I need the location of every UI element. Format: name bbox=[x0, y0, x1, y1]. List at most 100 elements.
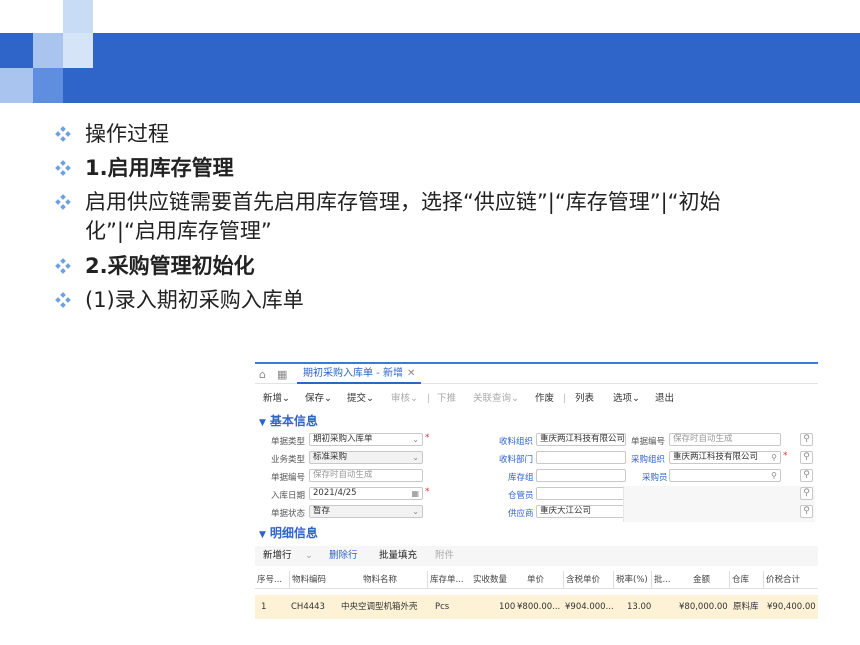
column-header[interactable]: 价税合计 bbox=[763, 571, 800, 589]
table-header: 序号... 物料编码 物料名称 库存单... 实收数量 单价 含税单价 税率(%… bbox=[255, 571, 818, 589]
bullet-item: (1)录入期初采购入库单 bbox=[55, 286, 825, 314]
toolbar-separator: | bbox=[427, 393, 431, 404]
required-mark: * bbox=[783, 451, 788, 461]
void-button[interactable]: 作废 bbox=[535, 390, 554, 408]
recv-dept-label: 收料部门 bbox=[499, 455, 534, 465]
attachment-button[interactable]: 附件 bbox=[435, 546, 454, 566]
column-header[interactable]: 单价 bbox=[527, 571, 544, 589]
calendar-icon: ▦ bbox=[411, 489, 419, 498]
push-button[interactable]: 下推 bbox=[437, 390, 456, 408]
doc-no-label: 单据编号 bbox=[271, 473, 306, 483]
search-icon[interactable]: ⚲ bbox=[800, 505, 813, 518]
keeper-input[interactable] bbox=[536, 487, 626, 500]
table-cell: ¥800.00... bbox=[517, 602, 561, 612]
home-icon[interactable]: ⌂ bbox=[259, 368, 266, 381]
apps-grid-icon[interactable]: ▦ bbox=[277, 368, 287, 381]
column-header[interactable]: 物料编码 bbox=[289, 571, 326, 589]
column-header[interactable]: 实收数量 bbox=[473, 571, 507, 589]
table-cell: ¥90,400.00 bbox=[767, 602, 816, 612]
related-query-button[interactable]: 关联查询⌄ bbox=[473, 390, 519, 408]
column-header[interactable]: 金额 bbox=[693, 571, 710, 589]
toolbar-separator: | bbox=[563, 393, 567, 404]
section-basic-info[interactable]: ▼ 基本信息 bbox=[259, 412, 318, 429]
exit-button[interactable]: 退出 bbox=[655, 390, 674, 408]
table-cell: CH4443 bbox=[291, 602, 325, 612]
table-row[interactable]: 1 CH4443 中央空调型机箱外壳 Pcs 100 ¥800.00... ¥9… bbox=[255, 595, 818, 619]
column-header[interactable]: 含税单价 bbox=[563, 571, 600, 589]
diamond-bullet-icon bbox=[55, 258, 71, 274]
bullet-text: 2.采购管理初始化 bbox=[85, 254, 255, 278]
search-icon[interactable]: ⚲ bbox=[800, 433, 813, 446]
biz-type-select[interactable]: 标准采购 ⌄ bbox=[309, 451, 423, 464]
tab-bar: ⌂ ▦ 期初采购入库单 - 新增 ✕ bbox=[255, 364, 818, 384]
save-button[interactable]: 保存⌄ bbox=[305, 390, 332, 408]
column-header[interactable]: 物料名称 bbox=[363, 571, 397, 589]
purchase-org-input[interactable]: 重庆两江科技有限公司 ⚲ bbox=[669, 451, 781, 464]
stock-group-input[interactable] bbox=[536, 469, 626, 482]
toolbar: 新增⌄ 保存⌄ 提交⌄ 审核⌄ | 下推 关联查询⌄ 作废 | 列表 选项⌄ 退… bbox=[255, 390, 818, 408]
table-cell: ¥904.000... bbox=[565, 602, 614, 612]
table-cell: ¥80,000.00 bbox=[679, 602, 728, 612]
bullet-item: 操作过程 bbox=[55, 120, 825, 148]
chevron-down-icon[interactable]: ⌄ bbox=[305, 546, 313, 566]
keeper-label: 仓管员 bbox=[508, 491, 534, 501]
tab-purchase-receipt[interactable]: 期初采购入库单 - 新增 ✕ bbox=[297, 364, 422, 384]
header-deco-square bbox=[63, 0, 93, 33]
doc-no-input[interactable]: 保存时自动生成 bbox=[309, 469, 423, 482]
required-mark: * bbox=[425, 487, 430, 497]
buyer-label: 采购员 bbox=[642, 473, 668, 483]
options-button[interactable]: 选项⌄ bbox=[613, 390, 640, 408]
bullet-text-line: 启用供应链需要首先启用库存管理，选择“供应链”|“库存管理”|“初始 bbox=[85, 190, 721, 214]
bullet-text: 操作过程 bbox=[85, 122, 169, 146]
required-mark: * bbox=[425, 433, 430, 443]
column-header[interactable]: 税率(%) bbox=[613, 571, 648, 589]
diamond-bullet-icon bbox=[55, 126, 71, 142]
table-cell: 中央空调型机箱外壳 bbox=[341, 602, 418, 612]
bullet-list: 操作过程 1.启用库存管理 启用供应链需要首先启用库存管理，选择“供应链”|“库… bbox=[55, 120, 825, 320]
delete-row-button[interactable]: 删除行 bbox=[329, 546, 358, 566]
bullet-item: 启用供应链需要首先启用库存管理，选择“供应链”|“库存管理”|“初始 化”|“启… bbox=[55, 188, 825, 246]
table-cell: 100 bbox=[499, 602, 516, 612]
doc-type-label: 单据类型 bbox=[271, 437, 306, 447]
header-deco-square bbox=[33, 33, 63, 68]
add-row-button[interactable]: 新增行 bbox=[263, 546, 292, 566]
close-icon[interactable]: ✕ bbox=[407, 368, 415, 379]
section-detail-info[interactable]: ▼ 明细信息 bbox=[259, 524, 318, 541]
bullet-text: 1.启用库存管理 bbox=[85, 156, 234, 180]
doc-no2-input[interactable]: 保存时自动生成 bbox=[669, 433, 781, 446]
date-input[interactable]: 2021/4/25 ▦ bbox=[309, 487, 423, 500]
bullet-item: 2.采购管理初始化 bbox=[55, 252, 825, 280]
search-icon[interactable]: ⚲ bbox=[800, 451, 813, 464]
batch-fill-button[interactable]: 批量填充 bbox=[379, 546, 417, 566]
recv-org-input[interactable]: 重庆两江科技有限公司 bbox=[536, 433, 626, 446]
status-select[interactable]: 暂存 ⌄ bbox=[309, 505, 423, 518]
table-cell: 1 bbox=[261, 602, 267, 612]
header-deco-square bbox=[0, 68, 33, 103]
submit-button[interactable]: 提交⌄ bbox=[347, 390, 374, 408]
bullet-item: 1.启用库存管理 bbox=[55, 154, 825, 182]
purchase-org-label: 采购组织 bbox=[631, 455, 666, 465]
search-icon[interactable]: ⚲ bbox=[800, 487, 813, 500]
search-icon: ⚲ bbox=[771, 471, 777, 480]
buyer-input[interactable]: ⚲ bbox=[669, 469, 781, 482]
column-header[interactable]: 序号... bbox=[257, 571, 282, 589]
header-deco-square bbox=[63, 33, 93, 68]
doc-no2-label: 单据编号 bbox=[631, 437, 666, 447]
list-button[interactable]: 列表 bbox=[575, 390, 594, 408]
diamond-bullet-icon bbox=[55, 194, 71, 210]
column-header[interactable]: 批... bbox=[651, 571, 671, 589]
supplier-input[interactable]: 重庆大江公司 bbox=[536, 505, 626, 518]
bullet-text: (1)录入期初采购入库单 bbox=[85, 288, 304, 312]
recv-dept-input[interactable] bbox=[536, 451, 626, 464]
audit-button[interactable]: 审核⌄ bbox=[391, 390, 418, 408]
search-icon[interactable]: ⚲ bbox=[800, 469, 813, 482]
header-bar bbox=[0, 33, 860, 103]
doc-type-select[interactable]: 期初采购入库单 ⌄ bbox=[309, 433, 423, 446]
table-cell: 13.00 bbox=[627, 602, 652, 612]
bullet-text-line: 化”|“启用库存管理” bbox=[85, 219, 272, 243]
new-button[interactable]: 新增⌄ bbox=[263, 390, 290, 408]
column-header[interactable]: 库存单... bbox=[427, 571, 464, 589]
tab-label: 期初采购入库单 - 新增 bbox=[303, 368, 403, 379]
column-header[interactable]: 仓库 bbox=[729, 571, 749, 589]
recv-org-label: 收料组织 bbox=[499, 437, 534, 447]
